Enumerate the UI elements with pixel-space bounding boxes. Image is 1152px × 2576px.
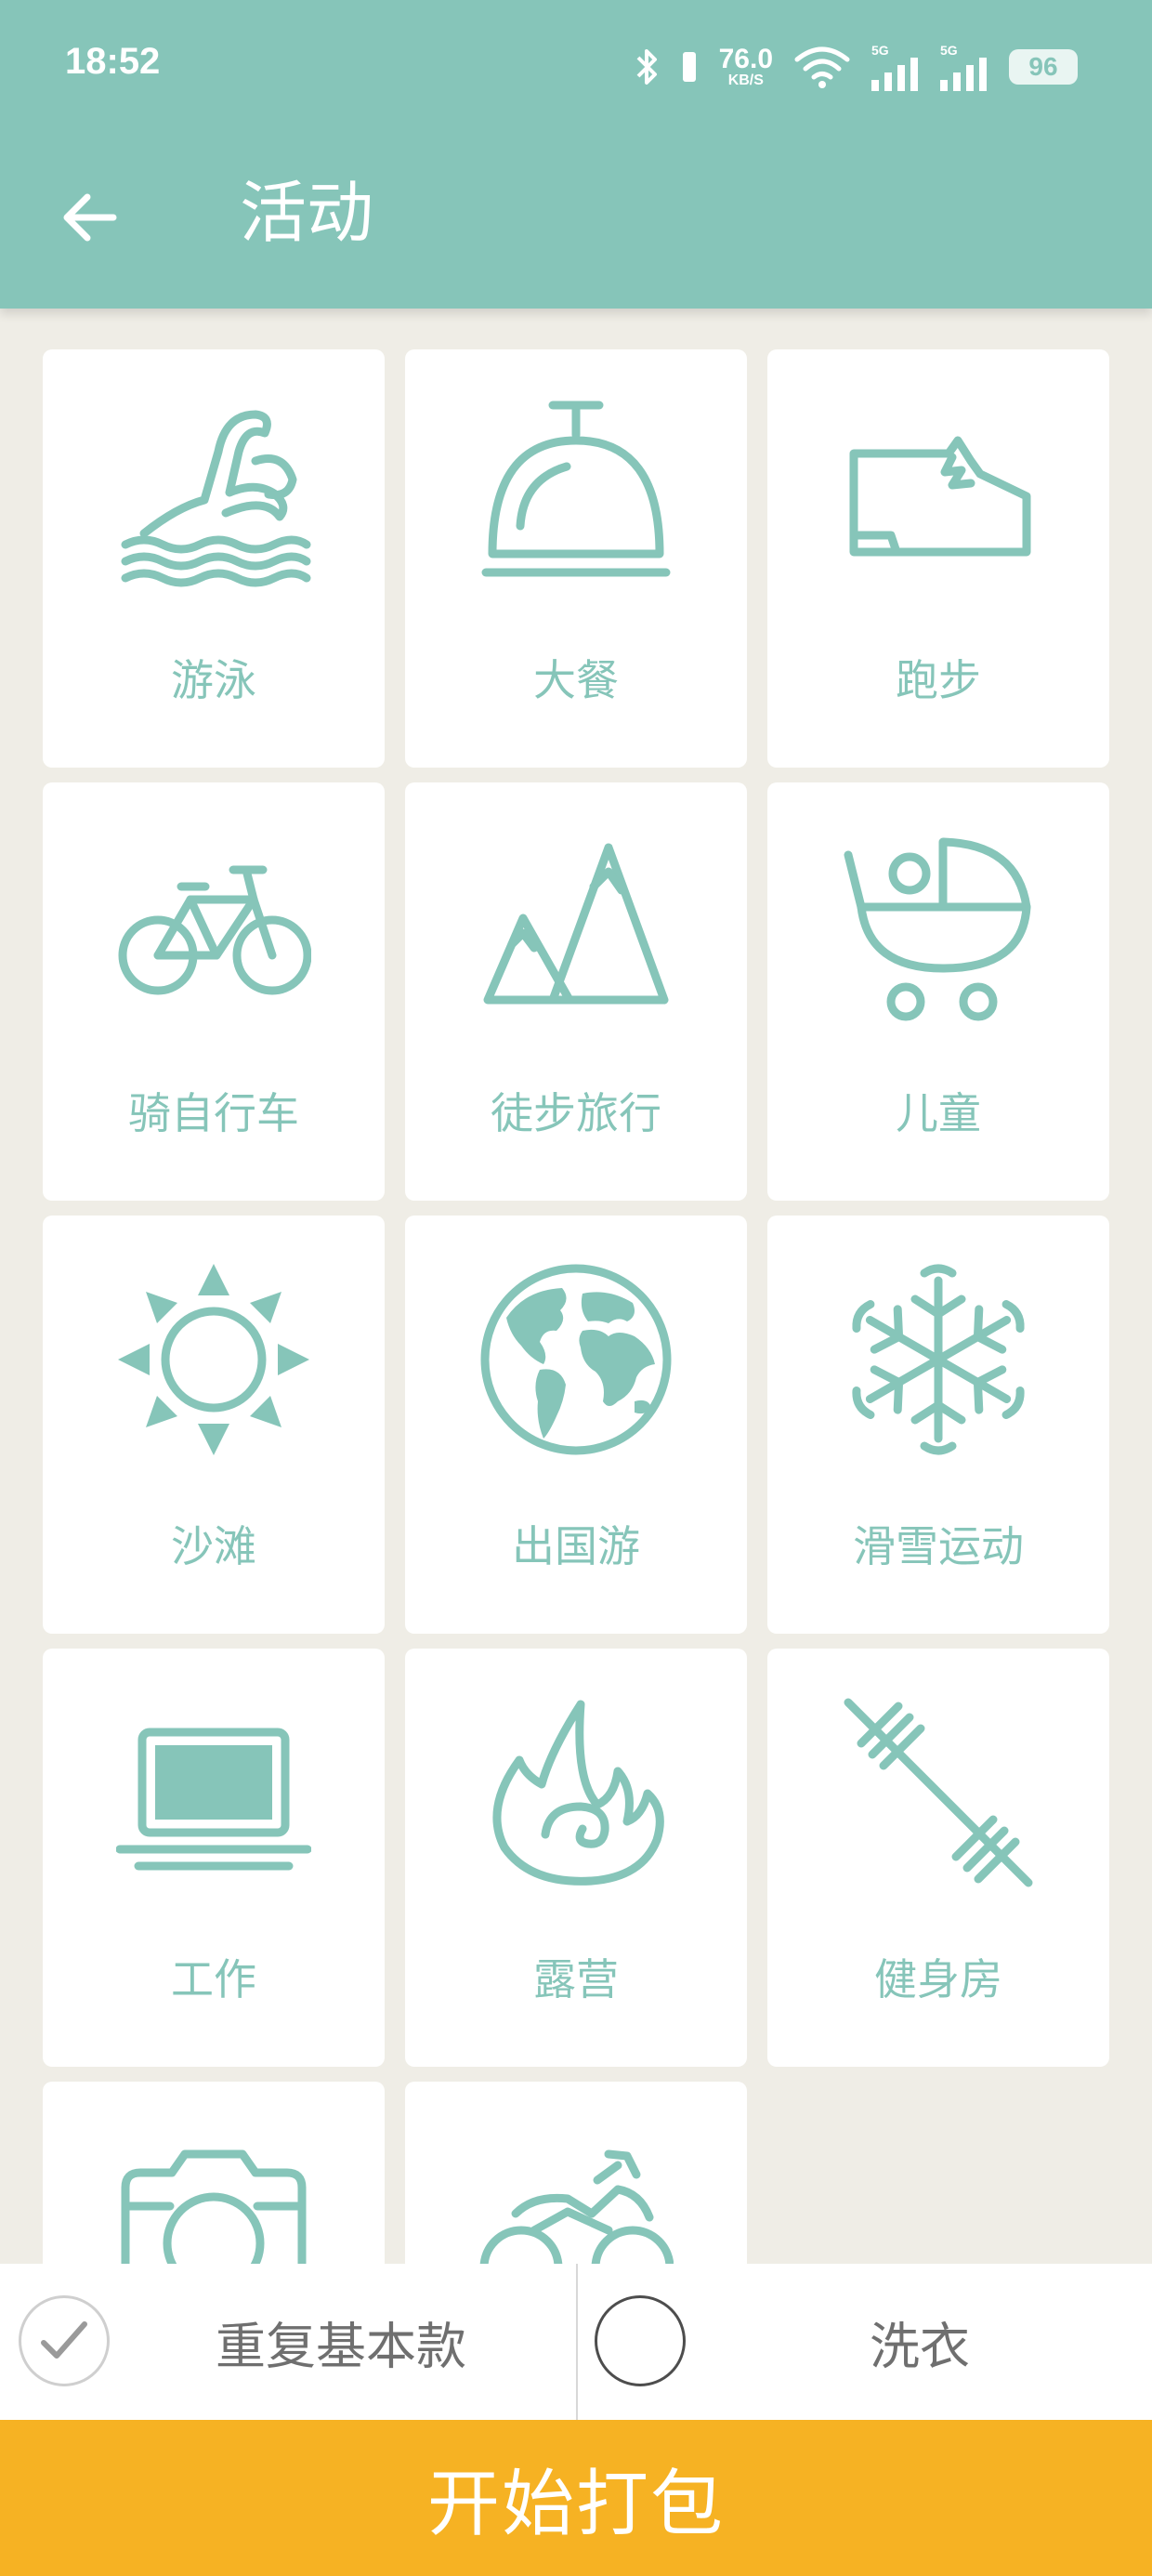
activity-label: 沙滩 xyxy=(171,1521,256,1571)
bluetooth-icon xyxy=(636,49,657,85)
signal-bars-icon xyxy=(940,58,987,91)
laundry-option[interactable]: 洗衣 xyxy=(576,2264,1152,2420)
activity-label: 滑雪运动 xyxy=(853,1521,1024,1571)
signal-1: 5G xyxy=(871,43,920,91)
activity-label: 出国游 xyxy=(512,1521,640,1571)
dinner-cloche-icon xyxy=(478,396,674,591)
network-speed: 76.0 KB/S xyxy=(719,46,773,88)
status-time: 18:52 xyxy=(65,41,161,82)
activity-card-running[interactable]: 跑步 xyxy=(767,349,1109,768)
activity-label: 工作 xyxy=(171,1954,256,2004)
activity-card-bicycle[interactable]: 骑自行车 xyxy=(43,782,385,1201)
network-speed-value: 76.0 xyxy=(718,44,773,74)
swimming-icon xyxy=(116,396,311,591)
activity-card-camping[interactable]: 露营 xyxy=(405,1649,747,2067)
status-icons: 76.0 KB/S 5G 5G 96 xyxy=(635,41,1078,93)
vibrate-icon xyxy=(682,52,696,82)
network-speed-unit: KB/S xyxy=(727,72,764,88)
snowflake-icon xyxy=(841,1262,1036,1457)
activity-label: 儿童 xyxy=(896,1088,981,1138)
repeat-basics-checkbox[interactable] xyxy=(19,2295,110,2386)
activity-label: 徒步旅行 xyxy=(491,1088,661,1138)
running-shoe-icon xyxy=(841,396,1036,591)
app-screen: 18:52 76.0 KB/S 5G 5G 96 活动 游泳 大餐 跑步 骑自行… xyxy=(0,0,1152,2576)
back-arrow-icon xyxy=(63,193,117,242)
checkmark-icon xyxy=(41,2321,87,2359)
back-button[interactable] xyxy=(54,182,124,253)
activity-label: 健身房 xyxy=(874,1954,1002,2004)
campfire-icon xyxy=(478,1695,674,1890)
sun-icon xyxy=(116,1262,311,1457)
laundry-label: 洗衣 xyxy=(870,2317,970,2376)
activity-card-dinner[interactable]: 大餐 xyxy=(405,349,747,768)
mountains-icon xyxy=(478,829,674,1024)
bicycle-icon xyxy=(116,829,311,1024)
activity-card-skiing[interactable]: 滑雪运动 xyxy=(767,1216,1109,1634)
activity-label: 露营 xyxy=(533,1954,619,2004)
options-bar: 重复基本款 洗衣 xyxy=(0,2264,1152,2420)
wifi-icon xyxy=(794,46,850,88)
activity-card-hiking[interactable]: 徒步旅行 xyxy=(405,782,747,1201)
activity-label: 骑自行车 xyxy=(128,1088,299,1138)
activity-card-beach[interactable]: 沙滩 xyxy=(43,1216,385,1634)
signal-2-label: 5G xyxy=(940,43,958,58)
activity-card-work[interactable]: 工作 xyxy=(43,1649,385,2067)
repeat-basics-option[interactable]: 重复基本款 xyxy=(0,2264,576,2420)
activity-card-travel-abroad[interactable]: 出国游 xyxy=(405,1216,747,1634)
signal-1-label: 5G xyxy=(871,43,889,58)
activity-card-kids[interactable]: 儿童 xyxy=(767,782,1109,1201)
activity-card-swimming[interactable]: 游泳 xyxy=(43,349,385,768)
laundry-checkbox[interactable] xyxy=(595,2295,686,2386)
activity-card-gym[interactable]: 健身房 xyxy=(767,1649,1109,2067)
signal-bars-icon xyxy=(871,58,918,91)
activity-label: 跑步 xyxy=(896,655,981,705)
page-title: 活动 xyxy=(240,174,374,252)
battery-indicator: 96 xyxy=(1009,49,1078,85)
dumbbell-icon xyxy=(841,1695,1036,1890)
start-packing-button[interactable]: 开始打包 xyxy=(0,2420,1152,2576)
laptop-icon xyxy=(116,1695,311,1890)
activity-label: 大餐 xyxy=(533,655,619,705)
activity-grid: 游泳 大餐 跑步 骑自行车 徒步旅行 儿童 沙滩 出国游 滑雪运动 工作 露营 … xyxy=(43,349,1109,2500)
globe-icon xyxy=(478,1262,674,1457)
signal-2: 5G xyxy=(940,43,988,91)
app-header: 18:52 76.0 KB/S 5G 5G 96 活动 xyxy=(0,0,1152,309)
activity-label: 游泳 xyxy=(171,655,256,705)
repeat-basics-label: 重复基本款 xyxy=(216,2317,466,2376)
stroller-icon xyxy=(841,829,1036,1024)
